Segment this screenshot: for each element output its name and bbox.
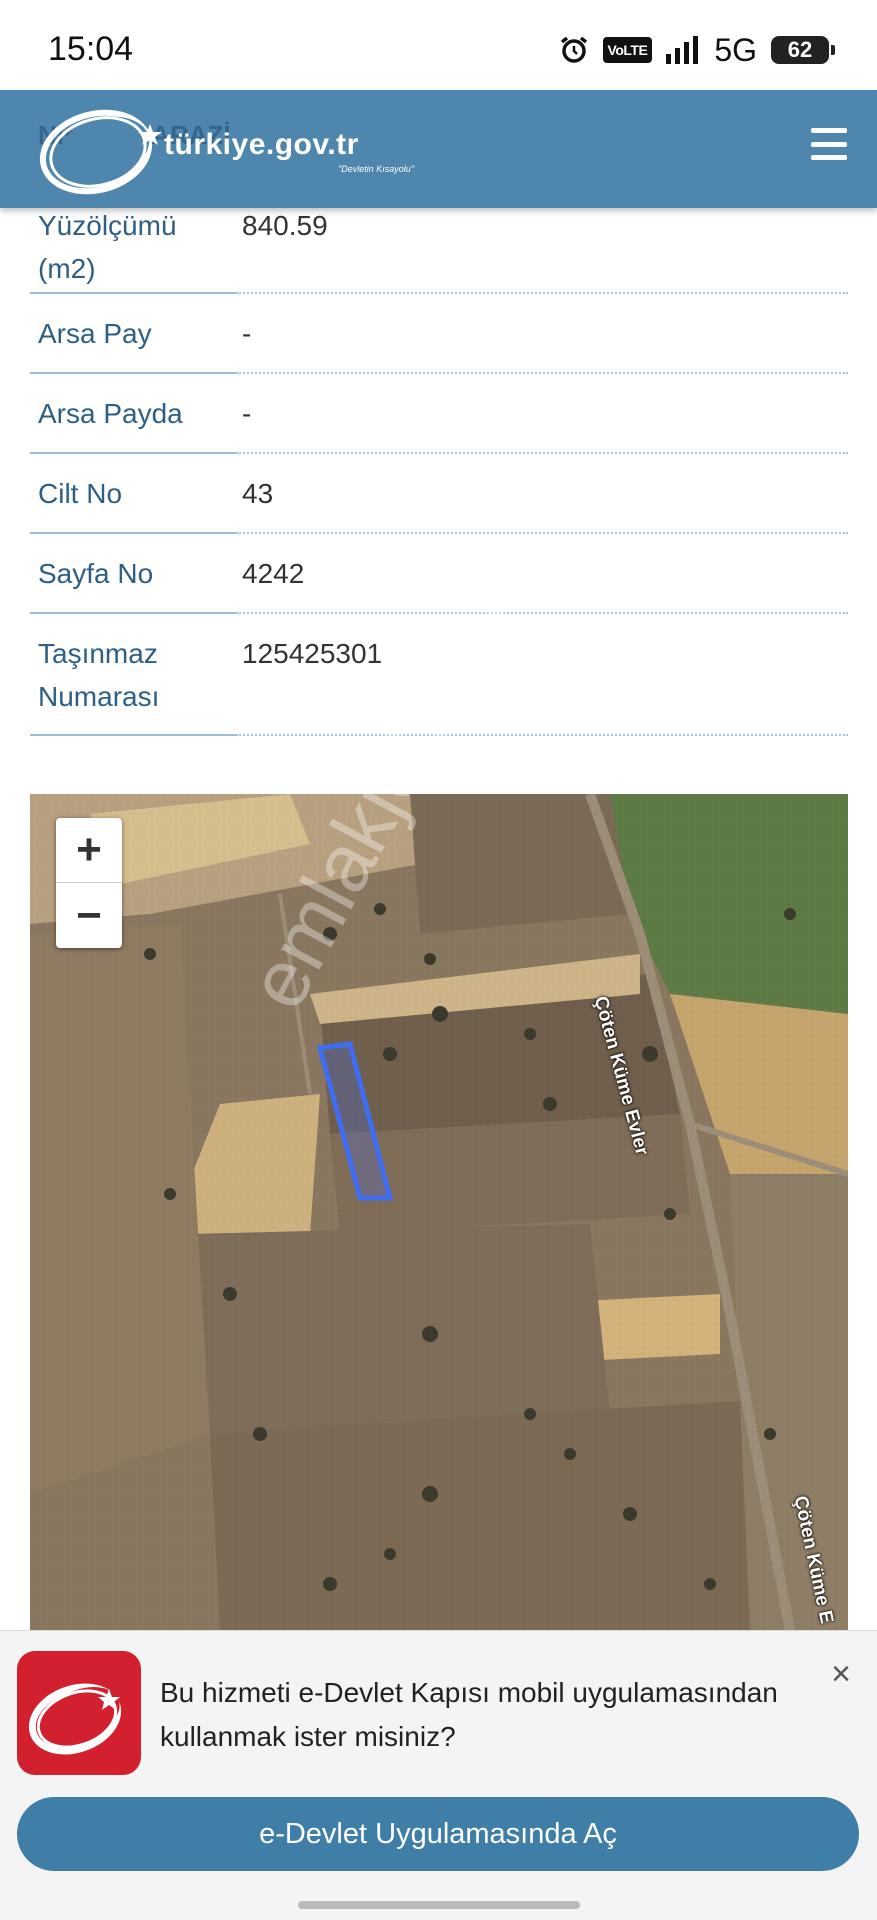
detail-row-sayfa-no: Sayfa No 4242 <box>30 534 848 614</box>
detail-value: 43 <box>236 454 848 534</box>
network-type: 5G <box>714 31 757 68</box>
signal-icon <box>666 36 699 64</box>
detail-label: Yüzölçümü (m2) <box>30 200 236 294</box>
logo-subtitle: "Devletin Kısayolu" <box>338 164 414 174</box>
detail-label: Arsa Payda <box>30 374 236 454</box>
detail-label: Sayfa No <box>30 534 236 614</box>
volte-badge: VoLTE <box>602 37 653 63</box>
hamburger-menu-button[interactable] <box>811 128 847 160</box>
detail-label: Taşınmaz Numarası <box>30 614 236 736</box>
detail-value: 4242 <box>236 534 848 614</box>
edevlet-app-icon <box>17 1651 141 1775</box>
detail-row-arsa-pay: Arsa Pay - <box>30 294 848 374</box>
turkiye-gov-logo[interactable]: türkiye.gov.tr "Devletin Kısayolu" <box>38 100 438 200</box>
detail-value: - <box>236 374 848 454</box>
detail-row-tasinmaz-no: Taşınmaz Numarası 125425301 <box>30 614 848 736</box>
detail-row-arsa-payda: Arsa Payda - <box>30 374 848 454</box>
home-indicator[interactable] <box>298 1901 580 1909</box>
site-header: Nitelik ... ARAZİ türkiye.gov.tr "Devlet… <box>0 90 877 208</box>
detail-label: Arsa Pay <box>30 294 236 374</box>
detail-row-area: Yüzölçümü (m2) 840.59 <box>30 200 848 294</box>
banner-message: Bu hizmeti e-Devlet Kapısı mobil uygulam… <box>160 1677 778 1752</box>
menu-line <box>811 141 847 147</box>
zoom-in-button[interactable]: + <box>56 818 122 883</box>
menu-line <box>811 155 847 160</box>
crescent-star-icon <box>28 1683 122 1755</box>
status-time: 15:04 <box>48 30 134 68</box>
battery-level: 62 <box>787 37 813 62</box>
satellite-imagery <box>30 794 848 1630</box>
property-details-table: Yüzölçümü (m2) 840.59 Arsa Pay - Arsa Pa… <box>30 200 848 736</box>
logo-text: türkiye.gov.tr <box>164 128 359 161</box>
detail-value: 840.59 <box>236 200 848 294</box>
detail-value: - <box>236 294 848 374</box>
battery-icon: 62 <box>771 36 835 64</box>
status-bar: 15:04 VoLTE 5G 62 <box>0 0 877 90</box>
detail-row-cilt-no: Cilt No 43 <box>30 454 848 534</box>
app-install-banner: Bu hizmeti e-Devlet Kapısı mobil uygulam… <box>0 1630 877 1920</box>
zoom-out-button[interactable]: − <box>56 883 122 948</box>
zoom-control: + − <box>56 818 122 948</box>
detail-label: Cilt No <box>30 454 236 534</box>
parcel-map[interactable]: + − Çöten Küme Evler Çöten Küme E <box>30 794 848 1630</box>
detail-value: 125425301 <box>236 614 848 736</box>
menu-line <box>811 128 847 133</box>
crescent-star-icon <box>39 109 162 195</box>
alarm-icon <box>560 36 587 63</box>
open-in-app-button[interactable]: e-Devlet Uygulamasında Aç <box>17 1797 859 1871</box>
status-icons: VoLTE 5G 62 <box>559 30 835 70</box>
close-icon[interactable]: × <box>831 1657 851 1691</box>
